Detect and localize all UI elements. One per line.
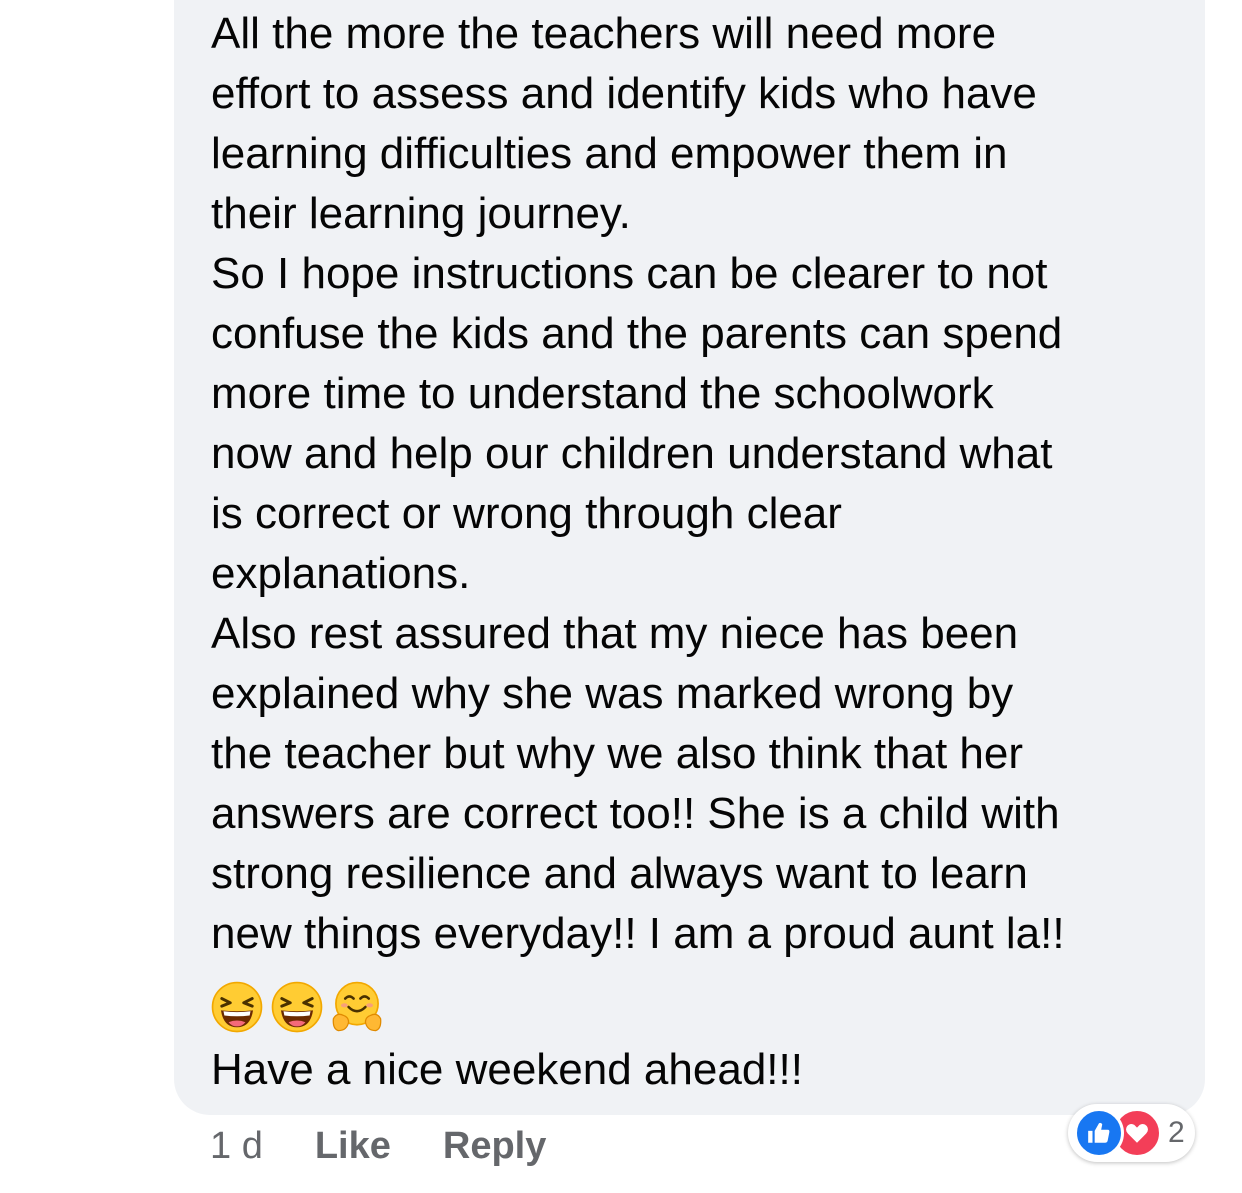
laughing-face-icon [211, 981, 263, 1033]
hugging-face-icon [332, 981, 382, 1032]
comment-meta-row: 1 d Like Reply [210, 1118, 598, 1174]
comment-timestamp[interactable]: 1 d [210, 1125, 263, 1168]
reaction-count: 2 [1168, 1116, 1185, 1149]
comment-body-text: All the more the teachers will need more… [211, 9, 1065, 958]
like-button[interactable]: Like [315, 1125, 391, 1168]
laughing-face-icon [271, 981, 323, 1033]
like-icon [1074, 1108, 1124, 1158]
reactions-summary[interactable]: 2 [1068, 1104, 1195, 1162]
comment-closing-text: Have a nice weekend ahead!!! [211, 1045, 803, 1094]
emoji-row [210, 980, 384, 1036]
reply-button[interactable]: Reply [443, 1125, 546, 1168]
